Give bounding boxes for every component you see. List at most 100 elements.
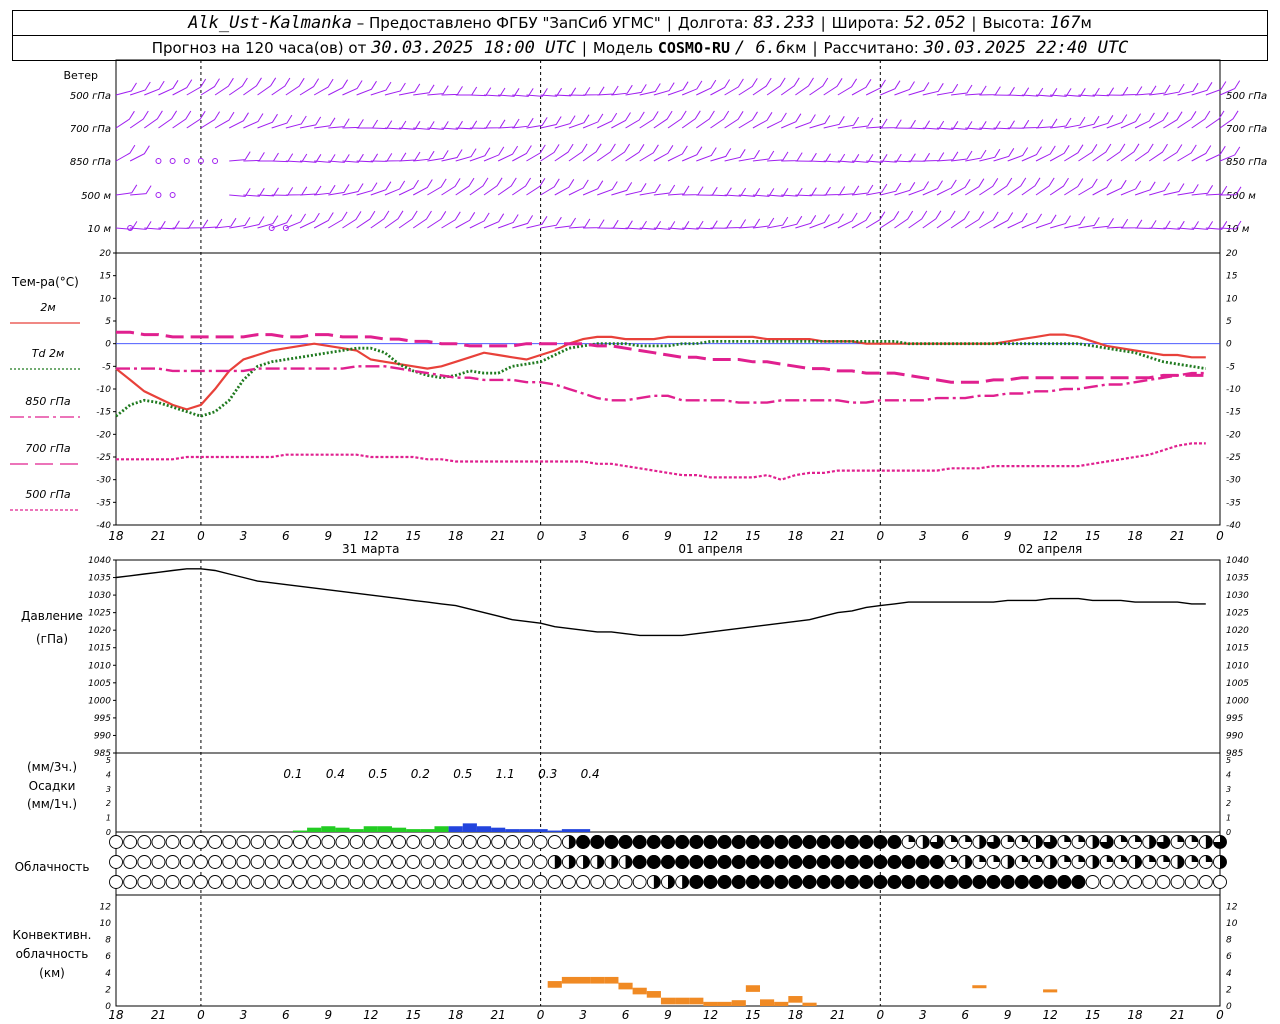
precip-unit1: (мм/1ч.) bbox=[27, 797, 77, 811]
cloud-mid-icon-fill bbox=[1120, 855, 1128, 862]
legend-label: 2м bbox=[40, 301, 55, 314]
cloud-low-icon bbox=[604, 875, 619, 889]
pressure-ytick-right: 1020 bbox=[1226, 626, 1249, 636]
cloud-low-icon bbox=[434, 875, 449, 889]
cloud-mid-icon-fill bbox=[1135, 855, 1142, 869]
temp-ytick-right: 15 bbox=[1226, 272, 1238, 282]
cloud-high-icon bbox=[363, 835, 378, 849]
wind-barb bbox=[936, 179, 957, 196]
cloud-mid-icon-fill bbox=[1064, 855, 1071, 862]
precip-ytick: 0 bbox=[106, 828, 111, 837]
wind-barb bbox=[681, 80, 703, 96]
wind-barb bbox=[724, 78, 744, 96]
cloud-low-icon-fill bbox=[668, 875, 675, 889]
temp-ytick: -30 bbox=[96, 476, 111, 486]
cloud-mid-icon-fill bbox=[583, 855, 590, 869]
wind-barb bbox=[1050, 215, 1071, 229]
temp-ytick: -25 bbox=[96, 453, 111, 463]
hour-tick: 6 bbox=[622, 529, 630, 543]
cloud-mid-icon-fill bbox=[1220, 855, 1227, 869]
conv-title-1: Конвективн. bbox=[13, 928, 92, 942]
wind-barb bbox=[398, 83, 421, 96]
wind-barb bbox=[597, 219, 619, 229]
cloud-high-icon-fill bbox=[1021, 835, 1029, 842]
wind-barb bbox=[526, 144, 546, 162]
wind-barb bbox=[384, 180, 406, 196]
wind-barb bbox=[229, 217, 251, 229]
wind-barb bbox=[752, 217, 775, 229]
wind-barb bbox=[215, 217, 237, 229]
conv-ytick-right: 2 bbox=[1226, 985, 1232, 995]
cloud-low-icon bbox=[123, 875, 138, 889]
cloud-mid-icon-fill bbox=[554, 855, 562, 869]
wind-barb bbox=[611, 182, 633, 196]
temp-ytick-right: -5 bbox=[1226, 362, 1235, 372]
precip-3h-label: 0.4 bbox=[581, 767, 600, 781]
wind-barb bbox=[115, 82, 137, 96]
hour-tick: 21 bbox=[830, 529, 845, 543]
cloud-high-icon-fill bbox=[965, 835, 972, 842]
cloud-high-icon-fill bbox=[703, 835, 718, 849]
cloud-high-icon bbox=[392, 835, 407, 849]
cloud-low-icon bbox=[519, 875, 534, 889]
wind-barb bbox=[1134, 112, 1155, 129]
hour-tick: 21 bbox=[1170, 529, 1185, 543]
wind-barb bbox=[200, 78, 220, 96]
precip-ytick-right: 3 bbox=[1226, 785, 1231, 794]
hour-tick: 21 bbox=[491, 1008, 506, 1022]
cloud-mid-icon-fill bbox=[887, 855, 902, 869]
precip-bar bbox=[547, 830, 562, 832]
conv-bar bbox=[774, 1001, 789, 1006]
wind-barb bbox=[738, 78, 758, 96]
pressure-ytick: 1010 bbox=[88, 661, 111, 671]
wind-barb bbox=[455, 86, 478, 96]
hour-tick: 18 bbox=[1127, 1008, 1143, 1022]
cloud-mid-icon-fill bbox=[760, 855, 775, 869]
hour-tick: 9 bbox=[664, 1008, 672, 1022]
temp-title: Тем-ра(°С) bbox=[11, 275, 79, 289]
hour-tick: 0 bbox=[537, 529, 545, 543]
cloud-low-icon bbox=[590, 875, 605, 889]
cloud-low-icon bbox=[222, 875, 237, 889]
cloud-low-icon bbox=[420, 875, 435, 889]
wind-barb bbox=[611, 220, 633, 230]
wind-barb bbox=[979, 86, 1001, 96]
wind-barb bbox=[795, 114, 816, 129]
hour-tick: 0 bbox=[876, 529, 884, 543]
cloud-low-icon bbox=[1198, 875, 1213, 889]
hour-tick: 21 bbox=[151, 1008, 166, 1022]
precip-bar bbox=[462, 823, 477, 832]
hour-tick: 9 bbox=[324, 1008, 332, 1022]
wind-barb bbox=[936, 151, 959, 162]
wind-barb bbox=[766, 216, 789, 229]
pressure-ytick-right: 1005 bbox=[1226, 679, 1249, 689]
precip-ytick-right: 0 bbox=[1226, 828, 1231, 837]
cloud-mid-icon-fill bbox=[611, 855, 618, 869]
pressure-ytick: 1040 bbox=[88, 556, 111, 566]
precip-bar bbox=[561, 829, 576, 832]
wind-barb bbox=[172, 79, 193, 96]
cloud-low-icon-fill bbox=[845, 875, 859, 889]
hour-tick: 12 bbox=[703, 1008, 718, 1022]
precip-ytick: 4 bbox=[106, 770, 111, 779]
cloud-low-icon-fill bbox=[717, 875, 732, 889]
pressure-ytick-right: 1035 bbox=[1226, 574, 1249, 584]
wind-barb bbox=[512, 117, 534, 129]
legend-label: Td 2м bbox=[32, 347, 65, 360]
cloud-low-icon bbox=[151, 875, 166, 889]
wind-barb bbox=[285, 213, 307, 229]
temp-ytick-right: 10 bbox=[1226, 294, 1238, 304]
pressure-ytick-right: 1010 bbox=[1226, 661, 1249, 671]
cloud-high-icon-fill bbox=[576, 835, 591, 849]
wind-barb bbox=[540, 144, 560, 162]
wind-barb bbox=[399, 151, 421, 162]
conv-ytick-right: 10 bbox=[1226, 919, 1238, 929]
wind-barb bbox=[866, 183, 888, 196]
precip-ytick-right: 2 bbox=[1226, 799, 1231, 808]
cloud-high-icon-fill bbox=[979, 835, 986, 849]
pressure-ytick-right: 1000 bbox=[1226, 696, 1249, 706]
conv-bar bbox=[802, 1002, 817, 1006]
hour-tick: 3 bbox=[919, 529, 927, 543]
wind-barb bbox=[710, 187, 732, 197]
cloud-high-icon bbox=[335, 835, 350, 849]
